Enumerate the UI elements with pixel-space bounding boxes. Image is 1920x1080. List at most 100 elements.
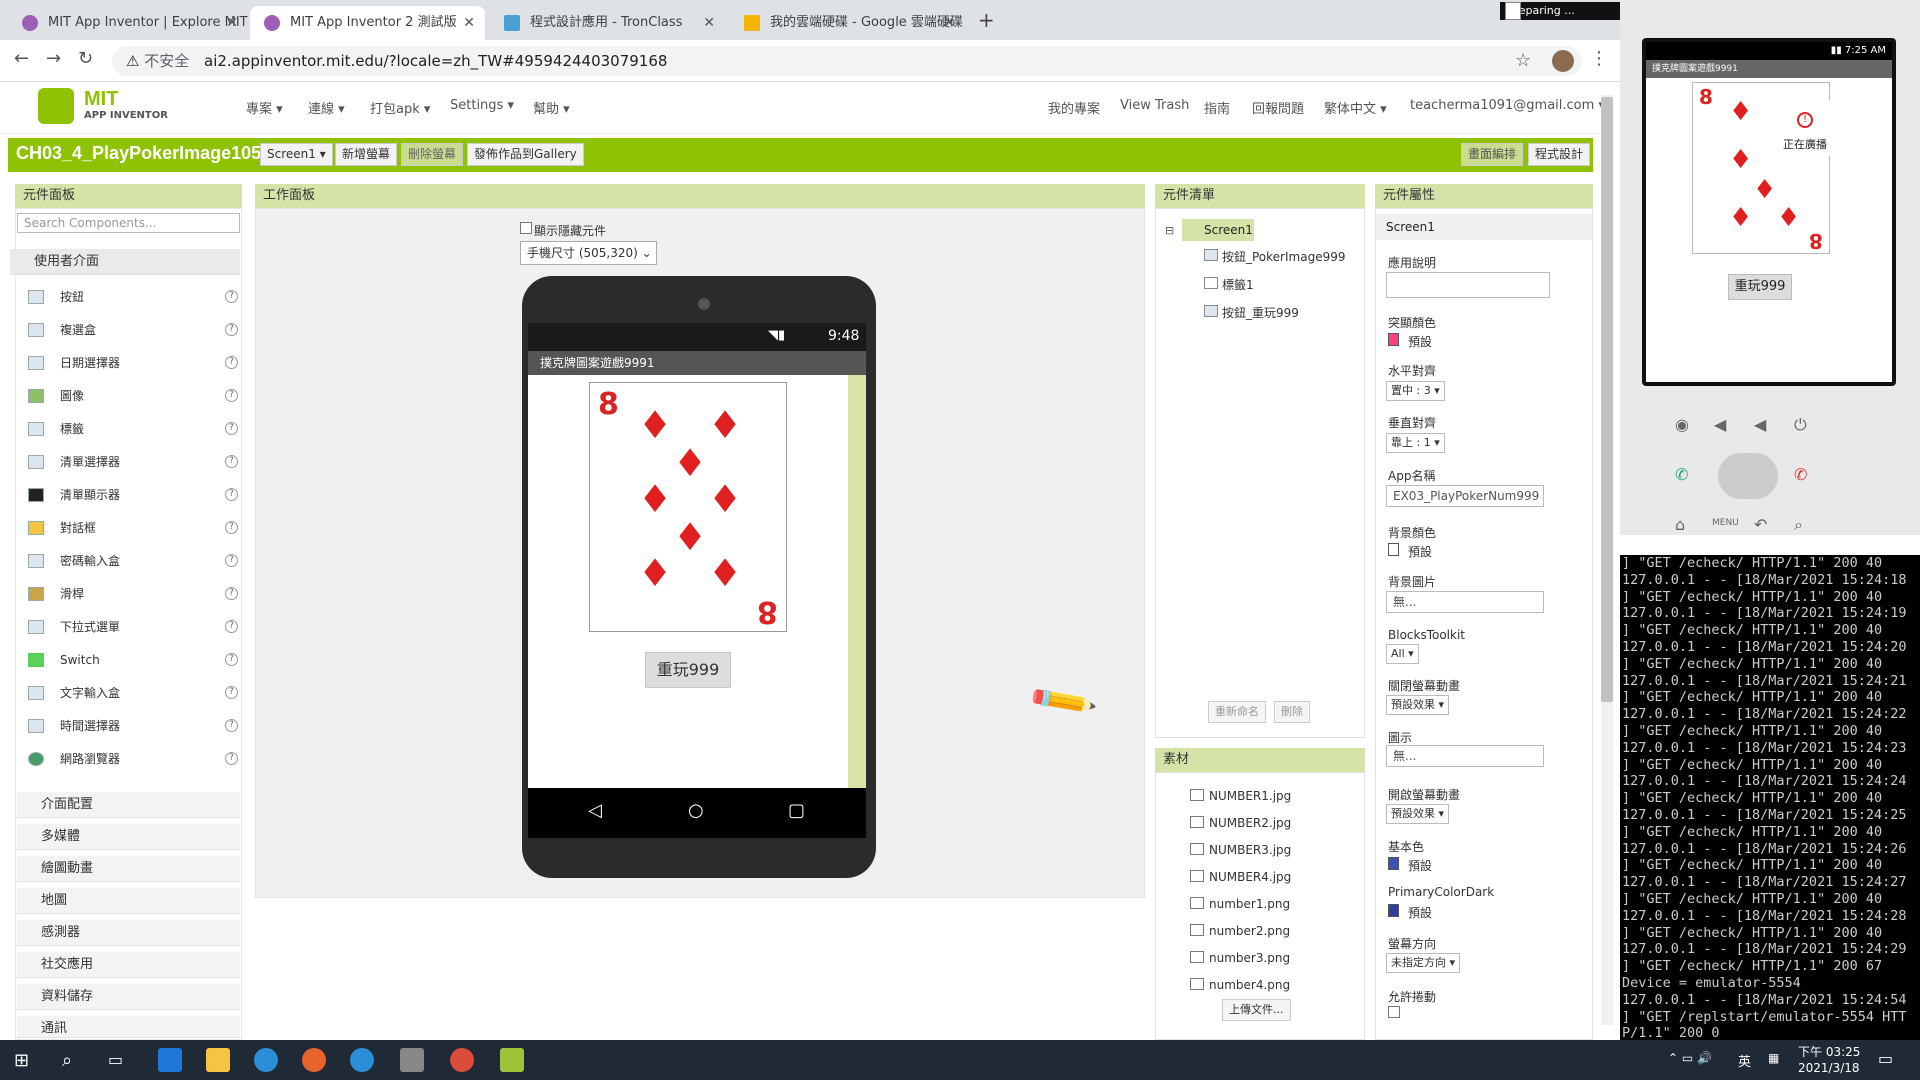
help-icon[interactable]: ? <box>225 653 238 666</box>
remove-screen-button[interactable]: 刪除螢幕 <box>401 143 464 166</box>
help-icon[interactable]: ? <box>225 356 238 369</box>
notification-icon[interactable]: ▭ <box>1878 1049 1893 1068</box>
delete-component-button[interactable]: 刪除 <box>1274 701 1310 723</box>
tree-item[interactable]: 按鈕_重玩999 <box>1204 304 1299 321</box>
palette-item-textbox[interactable]: 文字輸入盒? <box>28 682 238 704</box>
media-file[interactable]: number4.png <box>1190 978 1290 992</box>
menu-report-issue[interactable]: 回報問題 <box>1252 98 1304 117</box>
menu-icon[interactable]: MENU <box>1712 518 1739 528</box>
palette-item-image[interactable]: 圖像? <box>28 385 238 407</box>
screen-select[interactable]: Screen1 ▾ <box>260 143 333 166</box>
profile-avatar[interactable] <box>1552 50 1574 72</box>
upload-file-button[interactable]: 上傳文件... <box>1222 999 1291 1021</box>
palette-item-passwordtextbox[interactable]: 密碼輸入盒? <box>28 550 238 572</box>
rename-button[interactable]: 重新命名 <box>1208 701 1266 723</box>
back-icon[interactable]: ↶ <box>1754 515 1767 534</box>
browser-tab[interactable]: MIT App Inventor | Explore MIT ✕ <box>8 6 248 40</box>
menu-settings[interactable]: Settings ▾ <box>450 98 514 113</box>
volume-down-icon[interactable]: ◀ <box>1714 415 1726 434</box>
help-icon[interactable]: ? <box>225 521 238 534</box>
palette-category-social[interactable]: 社交應用 <box>17 952 240 978</box>
file-explorer-icon[interactable] <box>206 1048 230 1072</box>
replay-button[interactable]: 重玩999 <box>645 652 731 688</box>
media-file[interactable]: NUMBER4.jpg <box>1190 870 1291 884</box>
help-icon[interactable]: ? <box>225 389 238 402</box>
palette-category-maps[interactable]: 地圖 <box>17 888 240 914</box>
palette-item-spinner[interactable]: 下拉式選單? <box>28 616 238 638</box>
android-icon[interactable] <box>500 1048 524 1072</box>
palette-category-sensors[interactable]: 感測器 <box>17 920 240 946</box>
publish-gallery-button[interactable]: 發佈作品到Gallery <box>467 143 584 166</box>
palette-category-storage[interactable]: 資料儲存 <box>17 984 240 1010</box>
menu-connect[interactable]: 連線 ▾ <box>308 98 345 117</box>
url-input[interactable]: ⚠ 不安全 ai2.appinventor.mit.edu/?locale=zh… <box>112 46 1582 76</box>
about-screen-input[interactable] <box>1386 272 1550 298</box>
open-screen-animation-select[interactable]: 預設效果 ▾ <box>1386 804 1450 824</box>
search-icon[interactable]: ⌕ <box>1794 515 1803 535</box>
media-file[interactable]: NUMBER3.jpg <box>1190 843 1291 857</box>
edge-icon[interactable] <box>158 1048 182 1072</box>
palette-item-button[interactable]: 按鈕? <box>28 286 238 308</box>
forward-icon[interactable]: → <box>46 48 61 69</box>
tree-item[interactable]: 標籤1 <box>1204 276 1254 293</box>
ime-indicator[interactable]: 英 <box>1738 1051 1751 1070</box>
internet-explorer-icon[interactable] <box>350 1048 374 1072</box>
help-icon[interactable]: ? <box>225 290 238 303</box>
help-icon[interactable]: ? <box>225 686 238 699</box>
primary-color-swatch[interactable] <box>1388 857 1399 870</box>
media-file[interactable]: NUMBER2.jpg <box>1190 816 1291 830</box>
help-icon[interactable]: ? <box>225 587 238 600</box>
media-file[interactable]: number2.png <box>1190 924 1290 938</box>
accent-color-value[interactable]: 預設 <box>1408 333 1432 350</box>
dpad-control[interactable] <box>1718 453 1778 499</box>
palette-category-drawing[interactable]: 繪圖動畫 <box>17 856 240 882</box>
menu-help[interactable]: 幫助 ▾ <box>533 98 570 117</box>
help-icon[interactable]: ? <box>225 719 238 732</box>
power-icon[interactable]: ⏻ <box>1794 415 1807 435</box>
windows-start-icon[interactable]: ⊞ <box>14 1050 29 1071</box>
page-scrollbar[interactable] <box>1601 95 1613 1025</box>
task-view-icon[interactable]: ▭ <box>108 1050 123 1069</box>
show-hidden-checkbox[interactable] <box>520 222 532 234</box>
palette-item-timepicker[interactable]: 時間選擇器? <box>28 715 238 737</box>
align-horizontal-select[interactable]: 置中 : 3 ▾ <box>1386 381 1445 401</box>
browser-menu-icon[interactable]: ⋮ <box>1590 48 1608 69</box>
align-vertical-select[interactable]: 靠上 : 1 ▾ <box>1386 433 1445 453</box>
help-icon[interactable]: ? <box>225 620 238 633</box>
browser-tab[interactable]: 程式設計應用 - TronClass ✕ <box>490 6 725 40</box>
internet-explorer-icon[interactable] <box>254 1048 278 1072</box>
palette-item-listpicker[interactable]: 清單選擇器? <box>28 451 238 473</box>
help-icon[interactable]: ? <box>225 422 238 435</box>
palette-category-connectivity[interactable]: 通訊 <box>17 1016 240 1038</box>
designer-button[interactable]: 畫面編排 <box>1461 143 1524 166</box>
palette-item-webviewer[interactable]: 網路瀏覽器? <box>28 748 238 770</box>
menu-view-trash[interactable]: View Trash <box>1120 98 1189 113</box>
emulator-replay-button[interactable]: 重玩999 <box>1728 274 1792 300</box>
help-icon[interactable]: ? <box>225 752 238 765</box>
palette-category-layout[interactable]: 介面配置 <box>17 792 240 818</box>
chrome-icon[interactable] <box>450 1048 474 1072</box>
close-tab-icon[interactable]: ✕ <box>943 6 955 40</box>
primary-color-value[interactable]: 預設 <box>1408 857 1432 874</box>
background-image-input[interactable]: 無... <box>1386 591 1544 613</box>
add-screen-button[interactable]: 新增螢幕 <box>335 143 398 166</box>
close-tab-icon[interactable]: ✕ <box>226 6 238 40</box>
call-icon[interactable]: ✆ <box>1675 465 1688 484</box>
background-color-value[interactable]: 預設 <box>1408 543 1432 560</box>
primary-color-dark-value[interactable]: 預設 <box>1408 904 1432 921</box>
tray-icons[interactable]: ⌃ ▭ 🔊 <box>1668 1051 1712 1065</box>
browser-tab-active[interactable]: MIT App Inventor 2 測試版 ✕ <box>250 6 485 40</box>
blocks-button[interactable]: 程式設計 <box>1528 143 1591 166</box>
screen-orientation-select[interactable]: 未指定方向 ▾ <box>1386 953 1461 973</box>
phone-size-select[interactable]: 手機尺寸 (505,320) ⌄ <box>520 241 657 265</box>
media-file[interactable]: number3.png <box>1190 951 1290 965</box>
tree-item[interactable]: 按鈕_PokerImage999 <box>1204 248 1345 265</box>
menu-build[interactable]: 打包apk ▾ <box>370 98 430 117</box>
palette-item-slider[interactable]: 滑桿? <box>28 583 238 605</box>
primary-color-dark-swatch[interactable] <box>1388 904 1399 917</box>
new-tab-button[interactable]: + <box>978 8 995 32</box>
help-icon[interactable]: ? <box>225 488 238 501</box>
help-icon[interactable]: ? <box>225 455 238 468</box>
palette-item-listview[interactable]: 清單顯示器? <box>28 484 238 506</box>
end-call-icon[interactable]: ✆ <box>1794 465 1807 484</box>
